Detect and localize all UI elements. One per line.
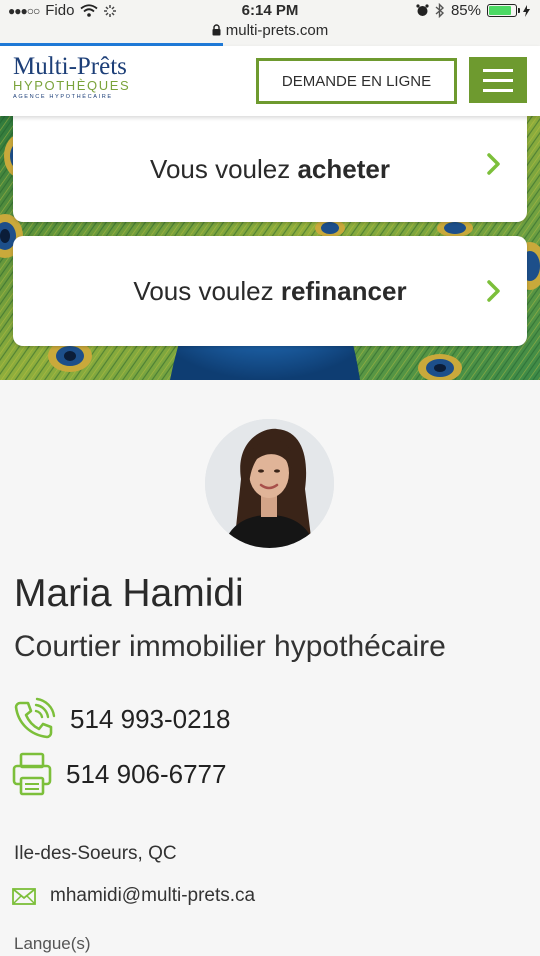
refinance-option-card[interactable]: Vous voulez refinancer (13, 236, 527, 346)
phone-number[interactable]: 514 993-0218 (70, 704, 230, 735)
email-contact-row[interactable]: mhamidi@multi-prets.ca (12, 885, 255, 907)
refinance-card-prefix: Vous voulez (133, 275, 281, 306)
fax-printer-icon (12, 752, 52, 796)
chevron-right-icon (487, 153, 500, 175)
battery-percent: 85% (450, 2, 481, 19)
bluetooth-icon (435, 3, 444, 18)
envelope-icon (12, 887, 36, 905)
buy-card-keyword: acheter (297, 153, 390, 184)
buy-card-prefix: Vous voulez (150, 153, 298, 184)
broker-location: Ile-des-Soeurs, QC (14, 843, 177, 864)
broker-name: Maria Hamidi (14, 572, 244, 615)
fax-number[interactable]: 514 906-6777 (66, 759, 226, 790)
hero-banner: Vous voulez acheter Vous voulez refinanc… (0, 116, 540, 380)
charging-bolt-icon (523, 4, 530, 17)
refinance-card-keyword: refinancer (280, 275, 407, 306)
address-bar[interactable]: multi-prets.com (0, 22, 540, 39)
multi-prets-logo[interactable]: Multi-Prêts HYPOTHÈQUES AGENCE HYPOTHÉCA… (13, 53, 133, 101)
phone-contact-row[interactable]: 514 993-0218 (12, 697, 230, 741)
broker-title: Courtier immobilier hypothécaire (14, 630, 446, 663)
buy-option-card[interactable]: Vous voulez acheter (13, 116, 527, 222)
ios-status-bar: ●●●○○ Fido 6:14 PM 85% multi-prets.com (0, 0, 540, 46)
broker-avatar (205, 419, 334, 548)
alarm-icon (416, 4, 429, 16)
lock-icon (212, 24, 221, 36)
site-header: Multi-Prêts HYPOTHÈQUES AGENCE HYPOTHÉCA… (0, 46, 540, 116)
battery-icon (487, 4, 520, 17)
url-text: multi-prets.com (225, 22, 329, 39)
fax-contact-row[interactable]: 514 906-6777 (12, 752, 226, 796)
phone-icon (14, 697, 56, 739)
languages-label: Langue(s) (14, 934, 91, 953)
online-application-button[interactable]: DEMANDE EN LIGNE (256, 58, 457, 104)
hamburger-menu-icon[interactable] (469, 57, 527, 103)
email-link[interactable]: mhamidi@multi-prets.ca (50, 885, 255, 907)
chevron-right-icon (487, 280, 500, 302)
logo-subtitle: HYPOTHÈQUES (13, 78, 131, 93)
logo-wordmark: Multi-Prêts (13, 53, 127, 80)
logo-tagline: AGENCE HYPOTHÉCAIRE (13, 94, 113, 100)
